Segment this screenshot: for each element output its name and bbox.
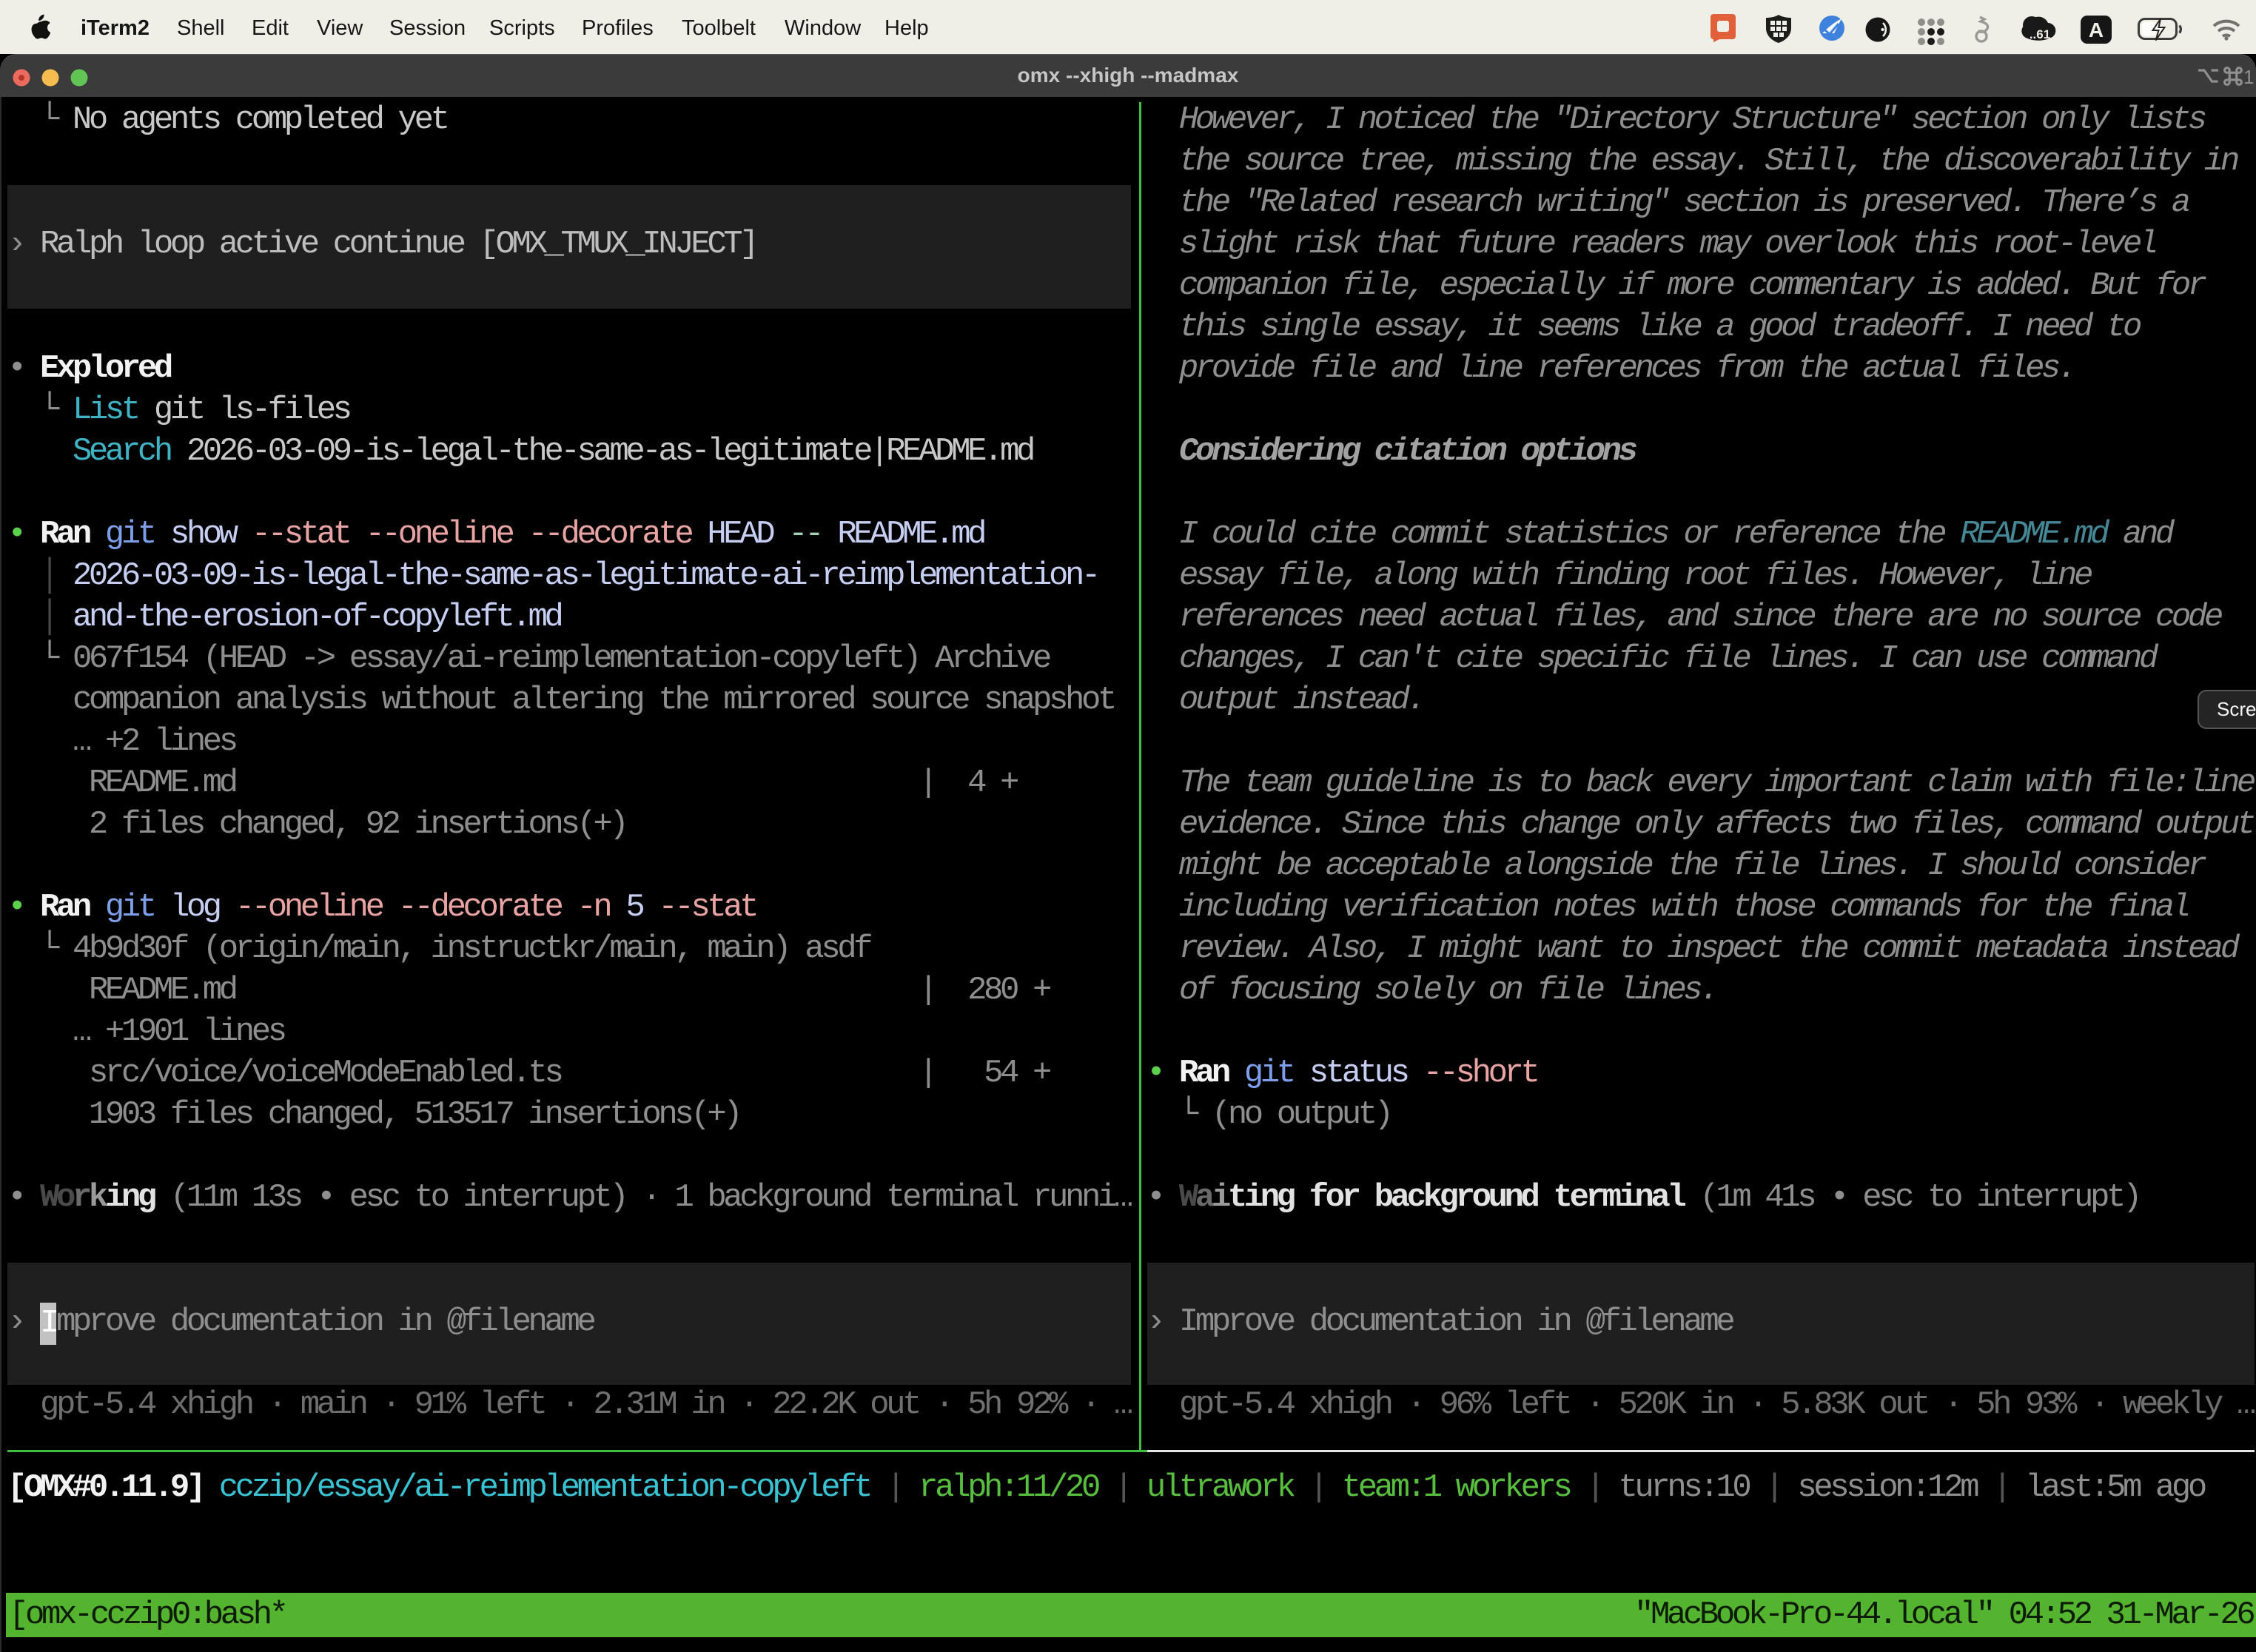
svg-text:A: A	[2089, 19, 2104, 41]
svg-text:1: 1	[2243, 66, 2254, 88]
svg-text:..61: ..61	[2030, 27, 2050, 41]
